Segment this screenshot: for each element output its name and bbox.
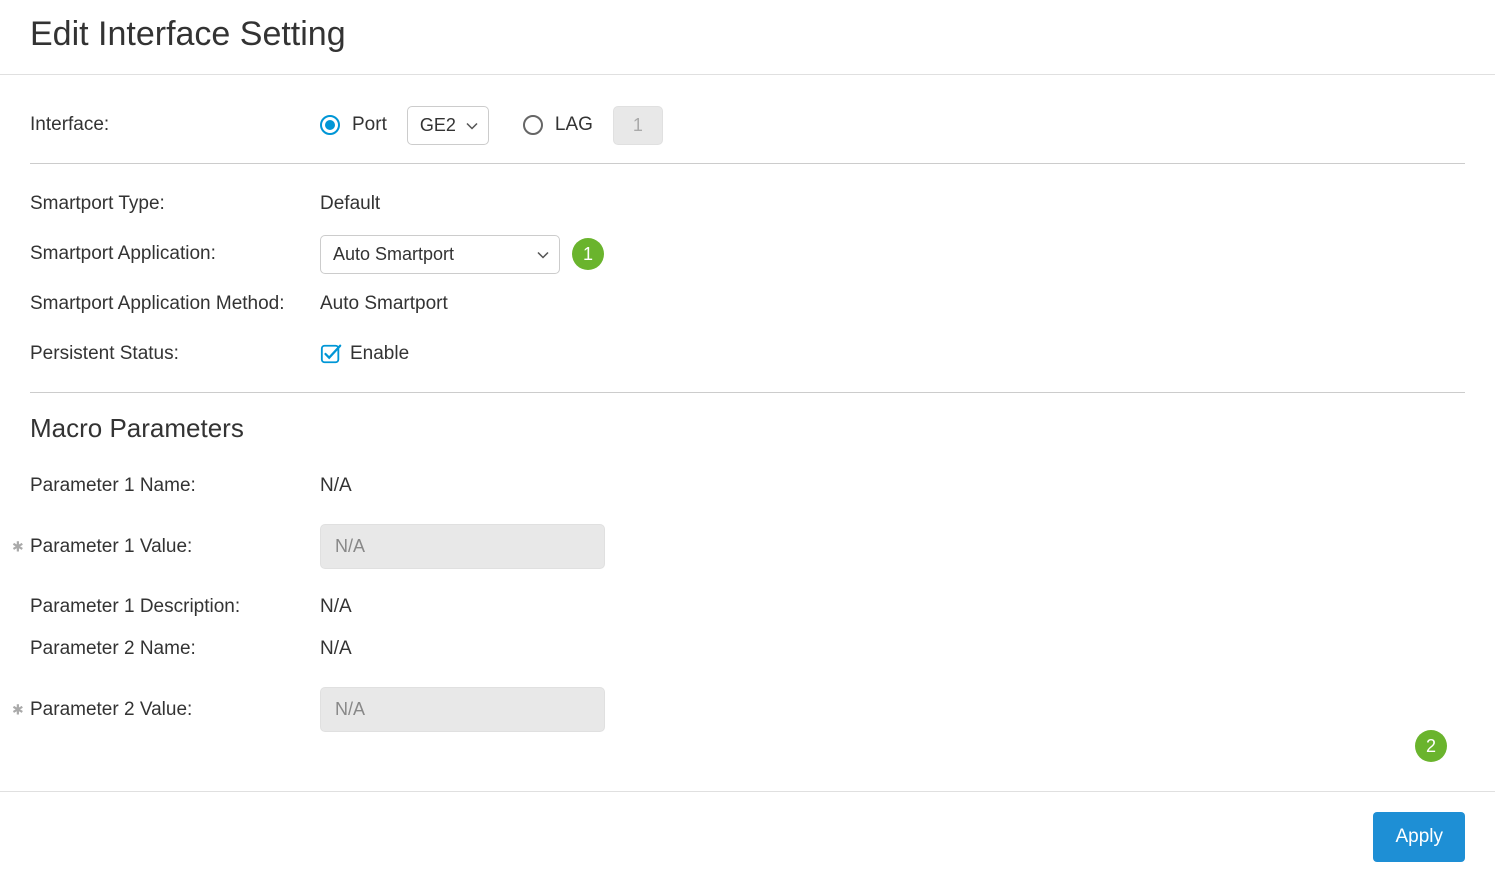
smartport-method-row: Smartport Application Method: Auto Smart… [30, 284, 1465, 324]
param2-value-label: ✱ Parameter 2 Value: [30, 699, 320, 721]
param1-name-label: Parameter 1 Name: [30, 475, 320, 497]
gear-icon: ✱ [12, 538, 24, 555]
smartport-app-value: Auto Smartport [333, 244, 454, 265]
param1-value-input: N/A [320, 524, 605, 569]
interface-label: Interface: [30, 114, 320, 136]
smartport-type-label: Smartport Type: [30, 193, 320, 215]
footer: Apply [0, 791, 1495, 882]
smartport-type-row: Smartport Type: Default [30, 184, 1465, 224]
divider [30, 392, 1465, 393]
port-radio[interactable] [320, 115, 340, 135]
lag-radio-label: LAG [555, 114, 593, 136]
apply-button[interactable]: Apply [1373, 812, 1465, 862]
smartport-app-label: Smartport Application: [30, 243, 320, 265]
chevron-down-icon [466, 115, 478, 136]
callout-badge-1: 1 [572, 238, 604, 270]
lag-input: 1 [613, 106, 663, 145]
persistent-enable-checkbox[interactable]: Enable [320, 343, 409, 365]
param2-value-input: N/A [320, 687, 605, 732]
param1-value-row: ✱ Parameter 1 Value: N/A [30, 524, 1465, 569]
chevron-down-icon [537, 244, 549, 265]
param2-name-row: Parameter 2 Name: N/A [30, 629, 1465, 669]
persistent-status-row: Persistent Status: Enable [30, 334, 1465, 374]
param1-value-label: ✱ Parameter 1 Value: [30, 536, 320, 558]
checkbox-checked-icon [320, 343, 342, 365]
port-select-value: GE2 [420, 115, 456, 136]
lag-radio[interactable] [523, 115, 543, 135]
param1-desc-value: N/A [320, 596, 352, 618]
persistent-enable-label: Enable [350, 343, 409, 365]
interface-controls: Port GE2 LAG 1 [320, 106, 663, 145]
interface-row: Interface: Port GE2 LAG 1 [30, 105, 1465, 145]
smartport-method-value: Auto Smartport [320, 293, 448, 315]
smartport-app-row: Smartport Application: Auto Smartport 1 [30, 234, 1465, 274]
divider [30, 163, 1465, 164]
macro-section-title: Macro Parameters [30, 413, 1465, 444]
port-select[interactable]: GE2 [407, 106, 489, 145]
persistent-status-label: Persistent Status: [30, 343, 320, 365]
callout-badge-2: 2 [1415, 730, 1447, 762]
param1-desc-row: Parameter 1 Description: N/A [30, 587, 1465, 627]
param2-name-value: N/A [320, 638, 352, 660]
smartport-type-value: Default [320, 193, 380, 215]
param2-name-label: Parameter 2 Name: [30, 638, 320, 660]
content-area: Interface: Port GE2 LAG 1 Smartport Type… [0, 75, 1495, 745]
gear-icon: ✱ [12, 701, 24, 718]
param2-value-row: ✱ Parameter 2 Value: N/A [30, 687, 1465, 732]
header: Edit Interface Setting [0, 0, 1495, 75]
page-title: Edit Interface Setting [30, 15, 1465, 54]
param1-name-row: Parameter 1 Name: N/A [30, 466, 1465, 506]
smartport-app-select[interactable]: Auto Smartport [320, 235, 560, 274]
param1-name-value: N/A [320, 475, 352, 497]
port-radio-label: Port [352, 114, 387, 136]
smartport-method-label: Smartport Application Method: [30, 293, 320, 315]
param1-desc-label: Parameter 1 Description: [30, 596, 320, 618]
